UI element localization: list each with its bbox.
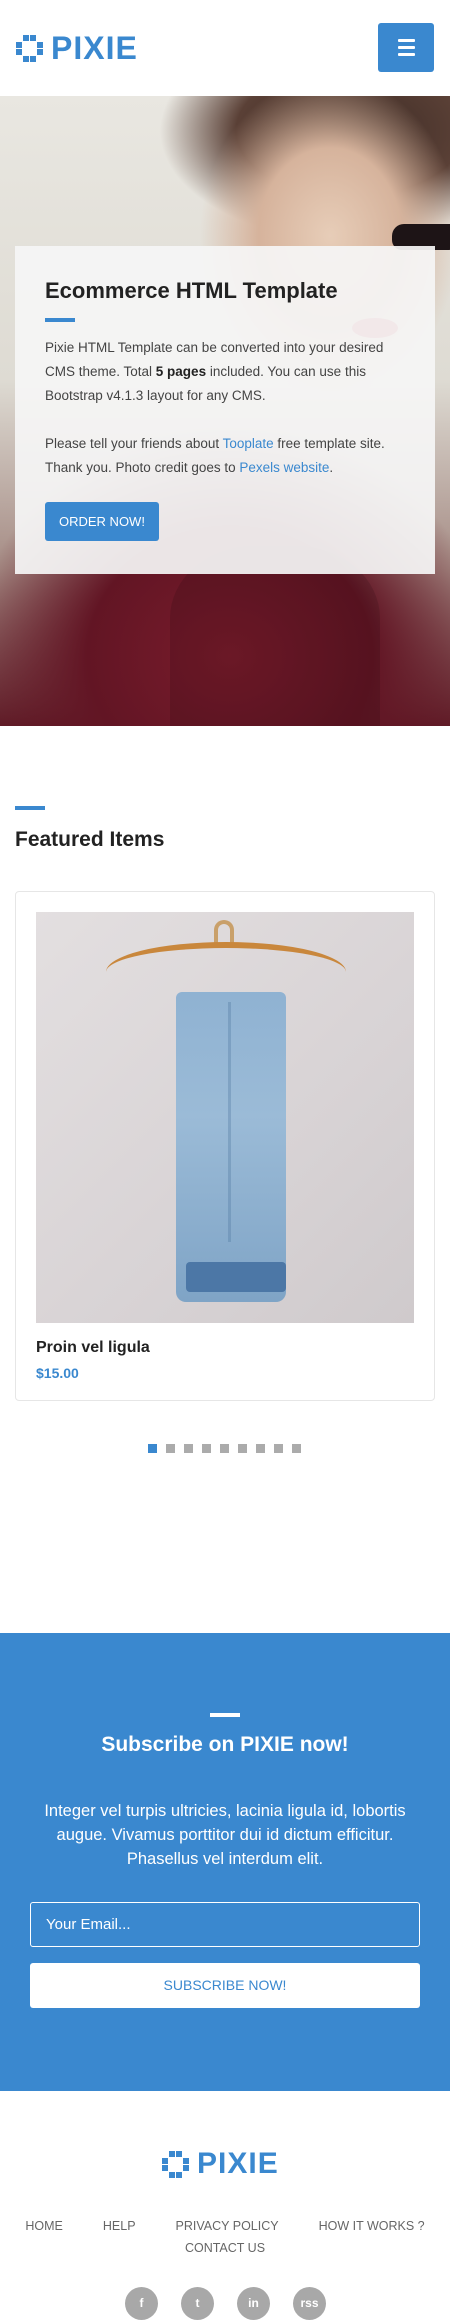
tooplate-link[interactable]: Tooplate — [223, 436, 274, 451]
carousel-dot[interactable] — [184, 1444, 193, 1453]
footer-link-contact-us[interactable]: CONTACT US — [185, 2241, 265, 2255]
hamburger-menu-icon — [397, 39, 415, 42]
logo-diamond-icon — [162, 2150, 189, 2178]
site-footer: PIXIE HOME HELP PRIVACY POLICY HOW IT WO… — [0, 2091, 450, 2320]
hero-paragraph-2: Please tell your friends about Tooplate … — [45, 436, 385, 475]
email-input[interactable] — [30, 1902, 420, 1947]
carousel-dot[interactable] — [166, 1444, 175, 1453]
hero-paragraph-1: Pixie HTML Template can be converted int… — [45, 340, 384, 403]
product-price: $15.00 — [36, 1365, 79, 1381]
footer-logo-text: PIXIE — [197, 2147, 279, 2180]
twitter-icon[interactable]: t — [181, 2287, 214, 2320]
footer-link-privacy-policy[interactable]: PRIVACY POLICY — [176, 2219, 279, 2233]
carousel-dots — [148, 1444, 301, 1453]
hero-card: Ecommerce HTML Template Pixie HTML Templ… — [15, 246, 435, 574]
carousel-dot[interactable] — [148, 1444, 157, 1453]
featured-section: Featured Items Proin vel ligula $15.00 — [0, 726, 450, 1633]
footer-link-how-it-works[interactable]: HOW IT WORKS ? — [319, 2219, 425, 2233]
section-accent-bar — [210, 1713, 240, 1717]
hamburger-menu-button[interactable] — [378, 23, 434, 72]
subscribe-button[interactable]: SUBSCRIBE NOW! — [30, 1963, 420, 2008]
carousel-dot[interactable] — [256, 1444, 265, 1453]
pexels-link[interactable]: Pexels website — [239, 460, 329, 475]
logo-diamond-icon — [16, 35, 43, 62]
pages-count: 5 pages — [155, 364, 207, 379]
carousel-dot[interactable] — [220, 1444, 229, 1453]
linkedin-icon[interactable]: in — [237, 2287, 270, 2320]
product-card[interactable]: Proin vel ligula $15.00 — [15, 891, 435, 1401]
footer-logo[interactable]: PIXIE — [162, 2147, 279, 2181]
site-header: PIXIE — [0, 0, 450, 96]
carousel-dot[interactable] — [202, 1444, 211, 1453]
social-links: f t in rss — [125, 2287, 326, 2320]
hero-banner: Ecommerce HTML Template Pixie HTML Templ… — [0, 96, 450, 726]
title-accent-bar — [45, 318, 75, 322]
order-now-button[interactable]: ORDER NOW! — [45, 502, 159, 541]
hero-title: Ecommerce HTML Template — [45, 278, 338, 303]
carousel-dot[interactable] — [274, 1444, 283, 1453]
jeans-photo — [176, 992, 286, 1302]
product-name[interactable]: Proin vel ligula — [36, 1339, 150, 1357]
product-image[interactable] — [36, 912, 414, 1323]
footer-nav: HOME HELP PRIVACY POLICY HOW IT WORKS ? … — [0, 2219, 450, 2255]
facebook-icon[interactable]: f — [125, 2287, 158, 2320]
footer-link-home[interactable]: HOME — [25, 2219, 63, 2233]
rss-icon[interactable]: rss — [293, 2287, 326, 2320]
featured-title: Featured Items — [15, 828, 165, 851]
subscribe-section: Subscribe on PIXIE now! Integer vel turp… — [0, 1633, 450, 2091]
subscribe-title: Subscribe on PIXIE now! — [101, 1733, 349, 1756]
site-logo[interactable]: PIXIE — [16, 30, 138, 67]
section-accent-bar — [15, 806, 45, 810]
carousel-dot[interactable] — [292, 1444, 301, 1453]
jeans-cuff — [186, 1262, 286, 1292]
carousel-dot[interactable] — [238, 1444, 247, 1453]
logo-text: PIXIE — [51, 30, 138, 66]
subscribe-text: Integer vel turpis ultricies, lacinia li… — [44, 1802, 406, 1868]
footer-link-help[interactable]: HELP — [103, 2219, 136, 2233]
